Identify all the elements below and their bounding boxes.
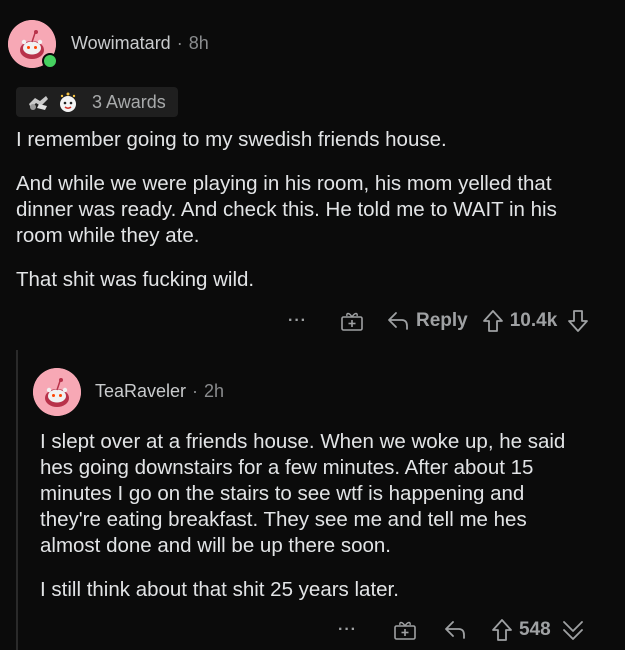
comment-body: I slept over at a friends house. When we… [40,429,600,603]
comment-paragraph: I still think about that shit 25 years l… [40,578,399,601]
comment-author[interactable]: TeaRaveler [95,381,186,402]
comment-actions: ··· Reply 10.4k [288,309,589,333]
separator: · [176,33,183,53]
comment-age[interactable]: 2h [204,381,224,402]
comment-actions: ··· 548 [338,617,585,643]
comment-author[interactable]: Wowimatard [71,33,171,54]
snoo-avatar-icon [33,368,81,416]
comment-paragraph: I remember going to my swedish friends h… [16,128,447,151]
online-status-icon [42,53,58,69]
reply-icon [386,310,410,332]
upvote-icon[interactable] [491,618,513,642]
vote-count: 548 [518,619,551,640]
awards-badge[interactable]: 3 Awards [16,87,178,117]
comment-paragraph: And while we were playing in his room, h… [16,172,557,247]
reply-label: Reply [415,310,468,331]
more-options-button[interactable]: ··· [288,312,307,330]
upvote-icon[interactable] [482,309,504,333]
awards-count: 3 Awards [92,91,166,112]
comment-paragraph: That shit was fucking wild. [16,268,255,291]
reply-icon[interactable] [443,619,467,641]
comment-age[interactable]: 8h [189,33,209,54]
wholesome-award-icon [56,91,80,113]
reply-button[interactable]: Reply [386,310,468,332]
avatar[interactable] [33,368,81,416]
more-options-button[interactable]: ··· [338,621,357,639]
silver-award-icon [26,92,50,112]
downvote-icon[interactable] [567,309,589,333]
comment-paragraph: I slept over at a friends house. When we… [40,430,566,557]
give-award-icon[interactable] [340,309,364,333]
give-award-icon[interactable] [393,618,417,642]
comment-body: I remember going to my swedish friends h… [16,127,616,293]
separator: · [192,381,199,401]
collapse-thread-icon[interactable] [561,617,585,643]
vote-count: 10.4k [509,310,558,331]
thread-line[interactable] [16,350,18,650]
